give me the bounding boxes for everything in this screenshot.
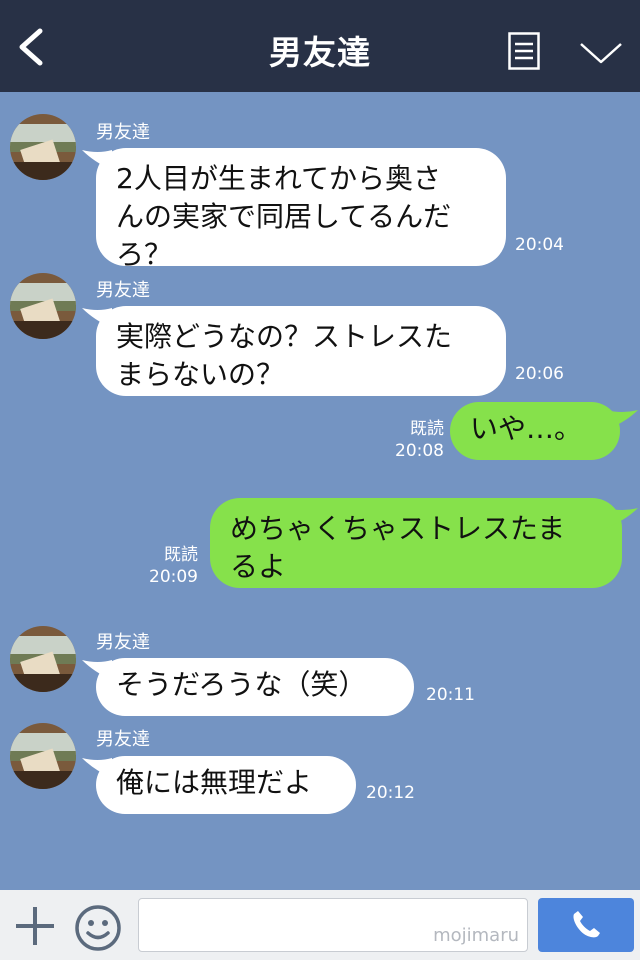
- bubble-tail: [606, 410, 638, 430]
- bubble-tail: [606, 508, 638, 528]
- message-line: 俺には無理だよ: [116, 766, 313, 799]
- avatar[interactable]: [10, 723, 76, 789]
- sender-name: 男友達: [96, 632, 150, 653]
- sender-name: 男友達: [96, 280, 150, 301]
- timestamp: 20:08: [395, 441, 444, 461]
- chat-header: 男友達: [0, 0, 640, 92]
- smile-icon[interactable]: [74, 904, 122, 952]
- read-receipt: 既読: [410, 419, 444, 439]
- notes-icon[interactable]: [508, 32, 540, 70]
- sender-name: 男友達: [96, 729, 150, 750]
- message-status: 既読 20:09: [140, 544, 198, 588]
- message-bubble-own[interactable]: いや…。: [450, 402, 620, 460]
- message-bubble[interactable]: 俺には無理だよ: [96, 756, 356, 814]
- message-line: んの実家で同居してるんだ: [116, 200, 452, 233]
- input-bar: mojimaru: [0, 890, 640, 960]
- timestamp: 20:09: [149, 567, 198, 587]
- timestamp: 20:11: [426, 685, 475, 705]
- avatar[interactable]: [10, 273, 76, 339]
- chat-title: 男友達: [269, 33, 371, 72]
- phone-icon: [573, 911, 600, 938]
- message-bubble[interactable]: そうだろうな（笑）: [96, 658, 414, 716]
- read-receipt: 既読: [164, 545, 198, 565]
- sender-name: 男友達: [96, 122, 150, 143]
- message-list[interactable]: 男友達 2人目が生まれてから奥さ んの実家で同居してるんだ ろ？ 20:04 男…: [0, 92, 640, 890]
- message-line: まらないの？: [116, 358, 285, 391]
- watermark: mojimaru: [433, 925, 519, 946]
- call-button[interactable]: [538, 898, 634, 952]
- message-line: ろ？: [116, 238, 173, 271]
- message-line: いや…。: [470, 412, 583, 445]
- message-status: 既読 20:08: [380, 418, 444, 462]
- message-bubble-own[interactable]: めちゃくちゃストレスたま るよ: [210, 498, 622, 588]
- message-bubble[interactable]: 実際どうなの？ストレスた まらないの？: [96, 306, 506, 396]
- message-line: めちゃくちゃストレスたま: [230, 512, 566, 545]
- message-input[interactable]: mojimaru: [138, 898, 528, 952]
- plus-icon[interactable]: [14, 905, 56, 947]
- timestamp: 20:04: [515, 235, 564, 255]
- message-line: 実際どうなの？ストレスた: [116, 320, 453, 353]
- avatar[interactable]: [10, 626, 76, 692]
- chevron-down-icon[interactable]: [578, 38, 624, 68]
- message-bubble[interactable]: 2人目が生まれてから奥さ んの実家で同居してるんだ ろ？: [96, 148, 506, 271]
- avatar[interactable]: [10, 114, 76, 180]
- timestamp: 20:12: [366, 783, 415, 803]
- timestamp: 20:06: [515, 364, 564, 384]
- message-line: 2人目が生まれてから奥さ: [116, 162, 441, 195]
- message-line: そうだろうな（笑）: [116, 668, 367, 701]
- message-line: るよ: [230, 550, 287, 583]
